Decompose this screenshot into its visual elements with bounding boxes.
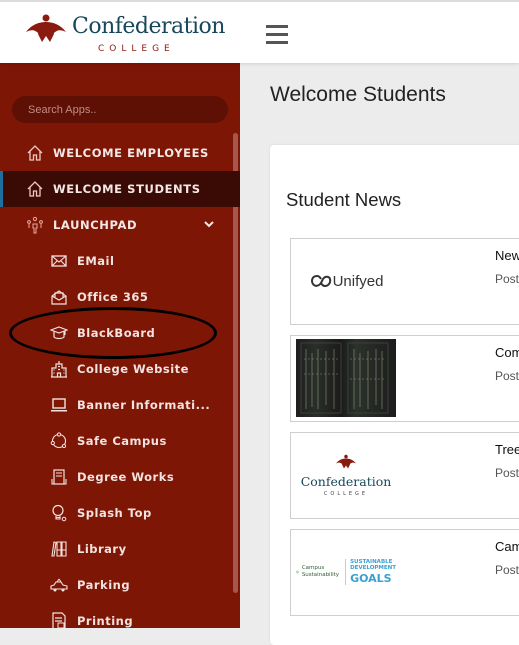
hamburger-icon (266, 25, 288, 28)
college-logo[interactable]: Confederation COLLEGE (24, 12, 225, 58)
sidebar-item-label: LAUNCHPAD (53, 218, 138, 232)
network-people-icon (27, 216, 43, 234)
news-item[interactable]: Confederation COLLEGE Tree Post (290, 432, 519, 519)
server-rack-illustration (300, 342, 389, 414)
launchpad-item-label: Degree Works (77, 470, 175, 484)
news-thumbnail: Campus Sustainability SUSTAINABLE DEVELOP… (296, 533, 396, 611)
thumb-wordmark: Confederation (300, 473, 392, 489)
sidebar-item-label: WELCOME STUDENTS (53, 182, 201, 196)
chevron-down-icon[interactable] (203, 218, 215, 230)
news-title[interactable]: Cam (495, 539, 519, 554)
launchpad-item-label: EMail (77, 254, 115, 268)
news-meta: Post (495, 466, 519, 480)
launchpad-item-degree-works[interactable]: Degree Works (0, 460, 230, 494)
hamburger-menu-button[interactable] (264, 22, 290, 46)
envelope-icon (51, 255, 67, 267)
building-icon (51, 361, 67, 378)
page-title: Welcome Students (270, 83, 446, 106)
launchpad-item-label: Parking (77, 578, 131, 592)
sidebar: WELCOME EMPLOYEES WELCOME STUDENTS LAUNC… (0, 63, 240, 628)
home-icon (27, 145, 43, 161)
news-title[interactable]: Com (495, 345, 519, 360)
sdg-goals-text: SUSTAINABLE DEVELOPMENT GOALS (345, 558, 396, 586)
launchpad-item-parking[interactable]: Parking (0, 568, 230, 602)
books-icon (51, 541, 67, 557)
lightbulb-icon (52, 504, 67, 522)
news-item[interactable]: Unifyed New Post (290, 238, 519, 325)
launchpad-item-label: Safe Campus (77, 434, 167, 448)
sidebar-item-label: WELCOME EMPLOYEES (53, 146, 209, 160)
top-bar: Confederation COLLEGE (0, 0, 519, 63)
car-icon (50, 578, 68, 592)
sidebar-item-welcome-employees[interactable]: WELCOME EMPLOYEES (0, 135, 230, 171)
document-person-icon (51, 469, 67, 485)
news-thumbnail: Confederation COLLEGE (296, 436, 396, 514)
launchpad-item-label: Banner Informati... (77, 398, 211, 412)
news-item[interactable]: Campus Sustainability SUSTAINABLE DEVELOP… (290, 529, 519, 616)
launchpad-item-email[interactable]: EMail (0, 244, 230, 278)
main-content: Welcome Students Student News Unifyed Ne… (240, 63, 519, 645)
launchpad-item-college-website[interactable]: College Website (0, 352, 230, 386)
launchpad-item-banner-information[interactable]: Banner Informati... (0, 388, 230, 422)
logo-subtitle: COLLEGE (98, 44, 175, 54)
student-news-card: Student News Unifyed New Post Com Post C… (270, 145, 519, 645)
hamburger-line (266, 33, 288, 36)
launchpad-item-blackboard[interactable]: BlackBoard (0, 316, 230, 350)
logo-bird-icon (26, 14, 66, 42)
logo-bird-icon (336, 454, 356, 468)
news-meta: Post (495, 272, 519, 286)
news-thumbnail: Unifyed (296, 242, 396, 320)
launchpad-item-label: College Website (77, 362, 189, 376)
launchpad-item-safe-campus[interactable]: Safe Campus (0, 424, 230, 458)
home-icon (27, 181, 43, 197)
news-meta: Post (495, 369, 519, 383)
launchpad-item-splash-top[interactable]: Splash Top (0, 496, 230, 530)
launchpad-item-library[interactable]: Library (0, 532, 230, 566)
news-title[interactable]: Tree (495, 442, 519, 457)
thumb-subtitle: COLLEGE (323, 490, 369, 497)
launchpad-item-label: Splash Top (77, 506, 152, 520)
unifyed-wordmark: Unifyed (332, 272, 384, 290)
laptop-icon (51, 398, 67, 412)
launchpad-item-label: Library (77, 542, 127, 556)
open-envelope-icon (51, 290, 67, 305)
graduation-cap-icon (50, 326, 68, 340)
launchpad-item-printing[interactable]: Printing (0, 604, 230, 628)
printer-doc-icon (52, 612, 66, 628)
section-title: Student News (286, 189, 402, 210)
unifyed-logo-icon (310, 275, 331, 287)
launchpad-item-label: BlackBoard (77, 326, 156, 340)
news-title[interactable]: New (495, 248, 519, 263)
logo-wordmark: Confederation (72, 14, 225, 39)
sustainability-logo-icon (296, 570, 299, 574)
news-meta: Post (495, 563, 519, 577)
launchpad-item-office-365[interactable]: Office 365 (0, 280, 230, 314)
sidebar-item-launchpad[interactable]: LAUNCHPAD (0, 207, 230, 243)
circle-nodes-icon (50, 432, 67, 449)
launchpad-item-label: Printing (77, 614, 134, 628)
server-rack-photo (296, 339, 396, 417)
launchpad-item-label: Office 365 (77, 290, 149, 304)
hamburger-line (266, 41, 288, 44)
search-apps-input[interactable] (12, 96, 228, 123)
news-item[interactable]: Com Post (290, 335, 519, 422)
sidebar-item-welcome-students[interactable]: WELCOME STUDENTS (0, 171, 240, 207)
campus-sustainability-text: Campus Sustainability (301, 564, 340, 578)
